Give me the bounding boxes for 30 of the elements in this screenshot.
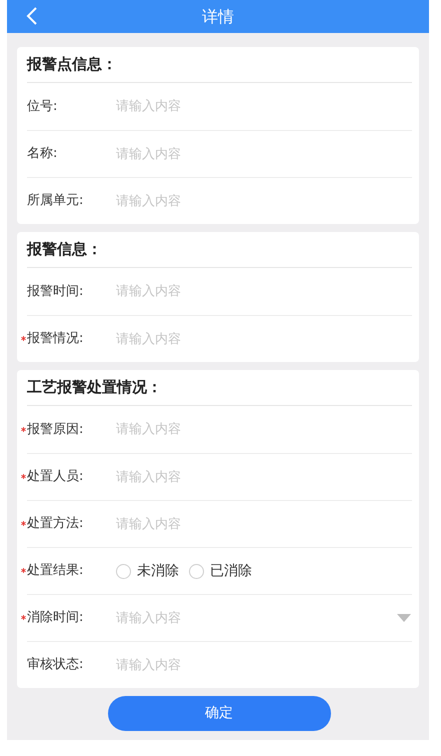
back-icon[interactable]	[25, 6, 39, 26]
field-label: 审核状态:	[27, 656, 84, 674]
field-label: 处置方法:	[27, 515, 84, 534]
section-title: 工艺报警处置情况：	[27, 377, 162, 398]
section-title: 报警点信息：	[27, 54, 117, 76]
input-field[interactable]: 请输入内容	[116, 418, 412, 442]
page-title: 详情	[202, 6, 234, 28]
input-field[interactable]: 请输入内容	[116, 653, 412, 677]
field-label: 所属单元:	[27, 192, 84, 210]
radio-option[interactable]: 已消除	[189, 560, 252, 582]
confirm-button[interactable]: 确定	[108, 696, 330, 731]
field-label: 位号:	[27, 98, 58, 116]
select-field[interactable]: 请输入内容	[116, 606, 397, 630]
input-field[interactable]: 请输入内容	[116, 94, 412, 118]
field-label: 名称:	[27, 145, 58, 164]
input-field[interactable]: 请输入内容	[116, 142, 412, 166]
input-field[interactable]: 请输入内容	[116, 327, 412, 351]
field-label: 消除时间:	[27, 609, 84, 628]
field-label: 处置结果:	[27, 562, 84, 580]
field-label: 报警时间:	[27, 282, 84, 301]
field-label: 报警情况:	[27, 330, 84, 348]
section-title: 报警信息：	[27, 239, 102, 260]
input-field[interactable]: 请输入内容	[116, 512, 412, 536]
input-field[interactable]: 请输入内容	[116, 465, 412, 489]
input-field[interactable]: 请输入内容	[116, 189, 412, 213]
field-label: 处置人员:	[27, 468, 84, 486]
dropdown-triangle-icon[interactable]	[397, 614, 411, 622]
input-field[interactable]: 请输入内容	[116, 280, 412, 304]
field-label: 报警原因:	[27, 420, 84, 439]
radio-option[interactable]: 未消除	[116, 560, 179, 582]
